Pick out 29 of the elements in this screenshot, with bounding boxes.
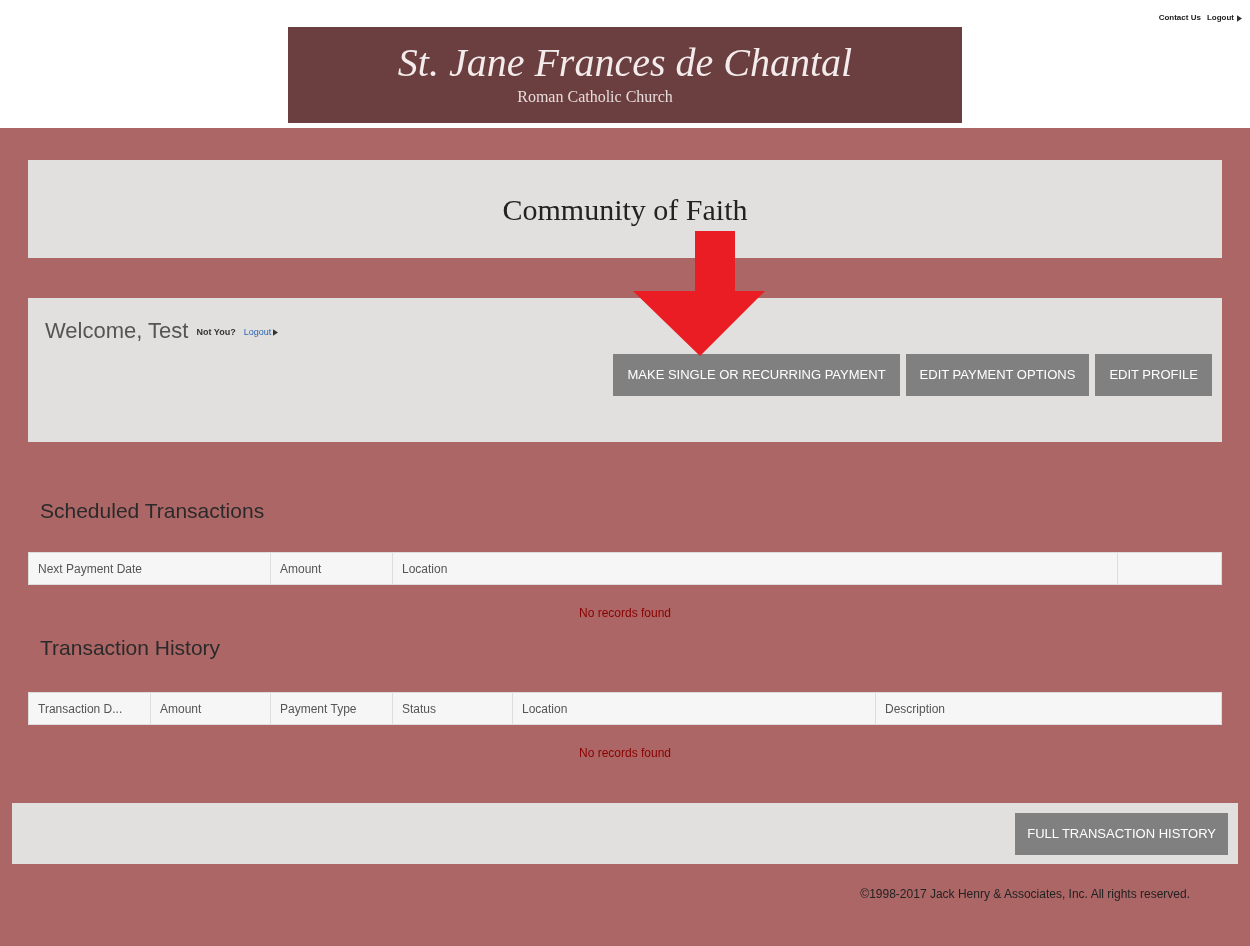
logo-title: St. Jane Frances de Chantal [397, 41, 853, 85]
column-header[interactable]: Description [876, 693, 1221, 724]
play-icon [273, 329, 279, 336]
column-header[interactable]: Amount [151, 693, 271, 724]
full-history-button[interactable]: FULL TRANSACTION HISTORY [1015, 812, 1228, 855]
section-title: Transaction History [40, 635, 222, 661]
action-button[interactable]: EDIT PAYMENT OPTIONS [905, 354, 1090, 396]
logout-link[interactable]: Logout [243, 325, 279, 340]
action-button[interactable]: MAKE SINGLE OR RECURRING PAYMENT [613, 354, 900, 396]
column-header[interactable]: Payment Type [271, 693, 393, 724]
column-header[interactable]: Next Payment Date [29, 553, 271, 584]
column-header[interactable]: Location [393, 553, 1118, 584]
header-link[interactable]: Logout [1206, 12, 1242, 24]
section-title: Scheduled Transactions [40, 498, 266, 524]
header-link[interactable]: Contact Us [1158, 12, 1201, 24]
copyright-text: ©1998-2017 Jack Henry & Associates, Inc. All rights reserved. [860, 886, 1190, 903]
logo-subtitle: Roman Catholic Church [517, 87, 673, 107]
welcome-text: Welcome, Test [45, 317, 189, 345]
not-you-text: Not You? [196, 325, 236, 339]
column-header[interactable]: Status [393, 693, 513, 724]
column-header[interactable]: Location [513, 693, 876, 724]
arrow-annotation-icon [633, 231, 765, 356]
empty-message: No records found [578, 605, 672, 622]
column-header[interactable]: Transaction D... [29, 693, 151, 724]
page-title: Community of Faith [502, 191, 748, 228]
play-icon [1237, 14, 1242, 22]
column-header[interactable]: Amount [271, 553, 393, 584]
action-button[interactable]: EDIT PROFILE [1095, 354, 1212, 396]
empty-message: No records found [578, 745, 672, 762]
